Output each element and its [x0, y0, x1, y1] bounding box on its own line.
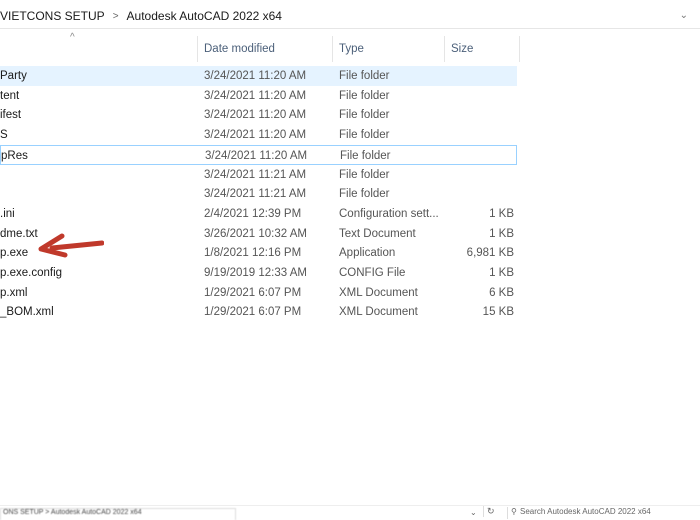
file-date: 1/29/2021 6:07 PM — [204, 306, 302, 319]
file-size: 6,981 KB — [466, 247, 514, 260]
file-name: p.xml — [0, 286, 28, 299]
file-date: 1/29/2021 6:07 PM — [204, 286, 302, 299]
file-type: Text Document — [339, 227, 416, 240]
file-name: tent — [0, 89, 20, 102]
file-type: Configuration sett... — [339, 207, 439, 220]
file-date: 3/24/2021 11:20 AM — [204, 109, 307, 122]
file-date: 3/24/2021 11:20 AM — [204, 129, 307, 142]
file-type: XML Document — [339, 306, 418, 319]
file-size: 6 KB — [489, 286, 514, 299]
file-row[interactable]: 3/24/2021 11:21 AM File folder — [0, 165, 517, 185]
file-size: 1 KB — [489, 227, 514, 240]
file-name: pRes — [1, 149, 28, 162]
column-size[interactable]: Size — [445, 36, 520, 62]
file-type: CONFIG File — [339, 267, 406, 279]
file-size: 1 KB — [489, 207, 514, 220]
file-name: .ini — [0, 207, 15, 220]
file-size: 1 KB — [489, 267, 514, 279]
bottom-bar: ONS SETUP > Autodesk AutoCAD 2022 x64 ⌄ … — [0, 505, 700, 520]
file-row[interactable]: 3/24/2021 11:21 AM File folder — [0, 184, 517, 204]
file-row[interactable]: tent 3/24/2021 11:20 AM File folder — [0, 86, 517, 106]
file-date: 2/4/2021 12:39 PM — [204, 207, 302, 220]
file-name: p.exe.config — [0, 267, 63, 279]
file-row[interactable]: pRes 3/24/2021 11:20 AM File folder — [0, 144, 517, 165]
file-date: 1/8/2021 12:16 PM — [204, 247, 302, 260]
column-header: Date modified Type Size — [0, 36, 700, 62]
search-input[interactable]: ⚲ Search Autodesk AutoCAD 2022 x64 — [507, 507, 700, 519]
file-row[interactable]: _BOM.xml 1/29/2021 6:07 PM XML Document 15 … — [0, 302, 517, 322]
file-type: File folder — [339, 168, 390, 181]
file-type: File folder — [340, 149, 391, 162]
file-type: File folder — [339, 188, 390, 201]
breadcrumb-vietcons-setup[interactable]: VIETCONS SETUP — [0, 9, 105, 23]
file-date: 3/24/2021 11:20 AM — [204, 70, 307, 82]
search-icon: ⚲ — [511, 507, 517, 516]
file-row[interactable]: .ini 2/4/2021 12:39 PM Configuration sett.… — [0, 204, 517, 224]
file-date: 9/19/2019 12:33 AM — [204, 267, 307, 279]
file-name: dme.txt — [0, 227, 38, 240]
file-type: Application — [339, 247, 396, 260]
breadcrumb-autocad[interactable]: Autodesk AutoCAD 2022 x64 — [127, 9, 282, 23]
file-row[interactable]: S 3/24/2021 11:20 AM File folder — [0, 125, 517, 145]
column-type[interactable]: Type — [333, 36, 445, 62]
chevron-down-icon[interactable]: ⌄ — [680, 10, 688, 21]
file-name: S — [0, 129, 8, 142]
breadcrumb-separator: > — [112, 10, 119, 22]
refresh-icon[interactable]: ↻ — [483, 506, 495, 517]
file-date: 3/24/2021 11:20 AM — [204, 89, 307, 102]
file-type: File folder — [339, 89, 390, 102]
address-bar-secondary[interactable]: ONS SETUP > Autodesk AutoCAD 2022 x64 — [0, 508, 236, 520]
chevron-down-icon[interactable]: ⌄ — [470, 508, 477, 517]
column-name[interactable] — [0, 36, 198, 62]
file-row[interactable]: p.xml 1/29/2021 6:07 PM XML Document 6 KB — [0, 283, 517, 303]
red-arrow-annotation — [38, 233, 104, 258]
file-date: 3/26/2021 10:32 AM — [204, 227, 307, 240]
file-date: 3/24/2021 11:21 AM — [204, 168, 307, 181]
file-type: XML Document — [339, 286, 418, 299]
file-size: 15 KB — [482, 306, 514, 319]
address-bar[interactable]: VIETCONS SETUP > Autodesk AutoCAD 2022 x… — [0, 4, 700, 29]
column-date-modified[interactable]: Date modified — [198, 36, 333, 62]
search-placeholder: Search Autodesk AutoCAD 2022 x64 — [520, 507, 651, 516]
file-date: 3/24/2021 11:21 AM — [204, 188, 307, 201]
file-type: File folder — [339, 129, 390, 142]
file-name: p.exe — [0, 247, 29, 260]
file-name: ifest — [0, 109, 22, 122]
file-name: _BOM.xml — [0, 306, 54, 319]
file-name: Party — [0, 70, 27, 82]
file-row[interactable]: p.exe.config 9/19/2019 12:33 AM CONFIG Fil… — [0, 263, 517, 283]
file-row[interactable]: Party 3/24/2021 11:20 AM File folder — [0, 66, 517, 86]
file-date: 3/24/2021 11:20 AM — [205, 149, 308, 162]
file-type: File folder — [339, 109, 390, 122]
file-type: File folder — [339, 70, 390, 82]
file-row[interactable]: ifest 3/24/2021 11:20 AM File folder — [0, 105, 517, 125]
